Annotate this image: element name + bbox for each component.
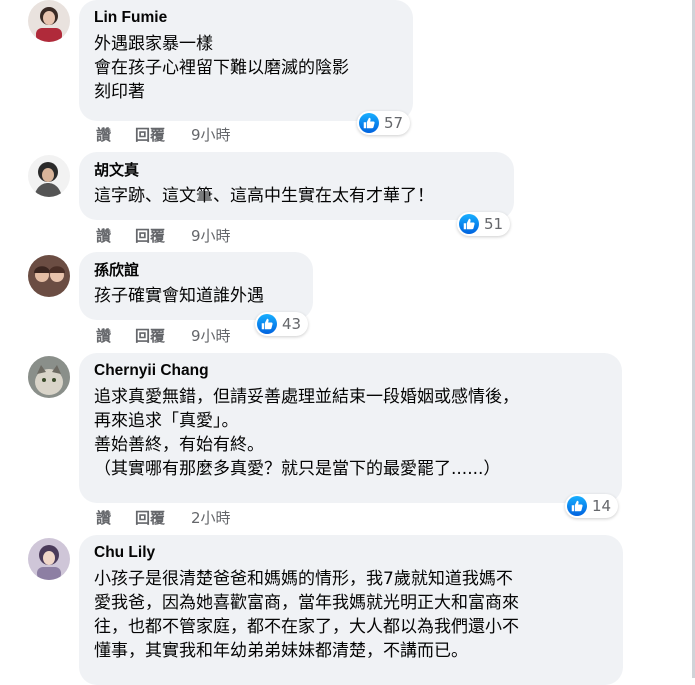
comment-bubble: 胡文真 這字跡、這文筆、這高中生實在太有才華了！ (79, 152, 514, 220)
comment-line: 小孩子是很清楚爸爸和媽媽的情形，我7歲就知道我媽不 (94, 569, 513, 589)
comment-line: 孩子確實會知道誰外遇 (94, 286, 264, 306)
comment-line: 懂事，其實我和年幼弟弟妹妹都清楚，不講而已。 (94, 641, 468, 661)
like-button[interactable]: 讚 (96, 225, 111, 246)
comment-line: 刻印著 (94, 82, 145, 102)
timestamp[interactable]: 9小時 (191, 225, 231, 246)
comment-line: 愛我爸，因為她喜歡富商，當年我媽就光明正大和富商來 (94, 593, 519, 613)
timestamp[interactable]: 2小時 (191, 507, 231, 528)
comment-line: 再來追求「真愛」。 (94, 411, 239, 431)
reply-button[interactable]: 回覆 (135, 225, 165, 246)
thumbs-up-icon (459, 214, 479, 234)
avatar[interactable] (28, 0, 70, 42)
comment-line: 追求真愛無錯，但請妥善處理並結束一段婚姻或感情後， (94, 387, 519, 407)
avatar[interactable] (28, 356, 70, 398)
like-button[interactable]: 讚 (96, 325, 111, 346)
reaction-count: 57 (384, 114, 404, 132)
comment-bubble: Chernyii Chang 追求真愛無錯，但請妥善處理並結束一段婚姻或感情後，… (79, 353, 622, 503)
thumbs-up-icon (567, 496, 587, 516)
thumbs-up-icon (359, 113, 379, 133)
avatar[interactable] (28, 255, 70, 297)
comment-bubble: Lin Fumie 外遇跟家暴一樣 會在孩子心裡留下難以磨滅的陰影 刻印著 (79, 0, 413, 121)
like-button[interactable]: 讚 (96, 124, 111, 145)
comment-bubble: 孫欣誼 孩子確實會知道誰外遇 (79, 252, 313, 320)
comment-author[interactable]: Chu Lily (94, 543, 609, 563)
comment-bubble: Chu Lily 小孩子是很清楚爸爸和媽媽的情形，我7歲就知道我媽不 愛我爸，因… (79, 535, 623, 685)
timestamp[interactable]: 9小時 (191, 325, 231, 346)
comment-author[interactable]: Chernyii Chang (94, 361, 608, 381)
reaction-badge[interactable]: 57 (357, 111, 411, 135)
like-button[interactable]: 讚 (96, 507, 111, 528)
avatar[interactable] (28, 538, 70, 580)
reaction-badge[interactable]: 43 (255, 312, 309, 336)
reaction-count: 43 (282, 315, 302, 333)
reaction-count: 14 (592, 497, 612, 515)
comment-line: （其實哪有那麼多真愛？就只是當下的最愛罷了......） (94, 459, 501, 479)
comment-line: 善始善終，有始有終。 (94, 435, 264, 455)
comment-line: 外遇跟家暴一樣 (94, 34, 213, 54)
avatar[interactable] (28, 155, 70, 197)
reply-button[interactable]: 回覆 (135, 507, 165, 528)
reaction-badge[interactable]: 51 (457, 212, 511, 236)
comment-line: 這字跡、這文筆、這高中生實在太有才華了！ (94, 186, 434, 206)
comment-author[interactable]: 胡文真 (94, 160, 500, 180)
reaction-badge[interactable]: 14 (565, 494, 619, 518)
comment-author[interactable]: Lin Fumie (94, 8, 399, 28)
reply-button[interactable]: 回覆 (135, 124, 165, 145)
comment-author[interactable]: 孫欣誼 (94, 260, 299, 280)
comment-line: 會在孩子心裡留下難以磨滅的陰影 (94, 58, 349, 78)
reaction-count: 51 (484, 215, 504, 233)
thumbs-up-icon (257, 314, 277, 334)
timestamp[interactable]: 9小時 (191, 124, 231, 145)
comment-line: 往，也都不管家庭，都不在家了，大人都以為我們還小不 (94, 617, 519, 637)
reply-button[interactable]: 回覆 (135, 325, 165, 346)
